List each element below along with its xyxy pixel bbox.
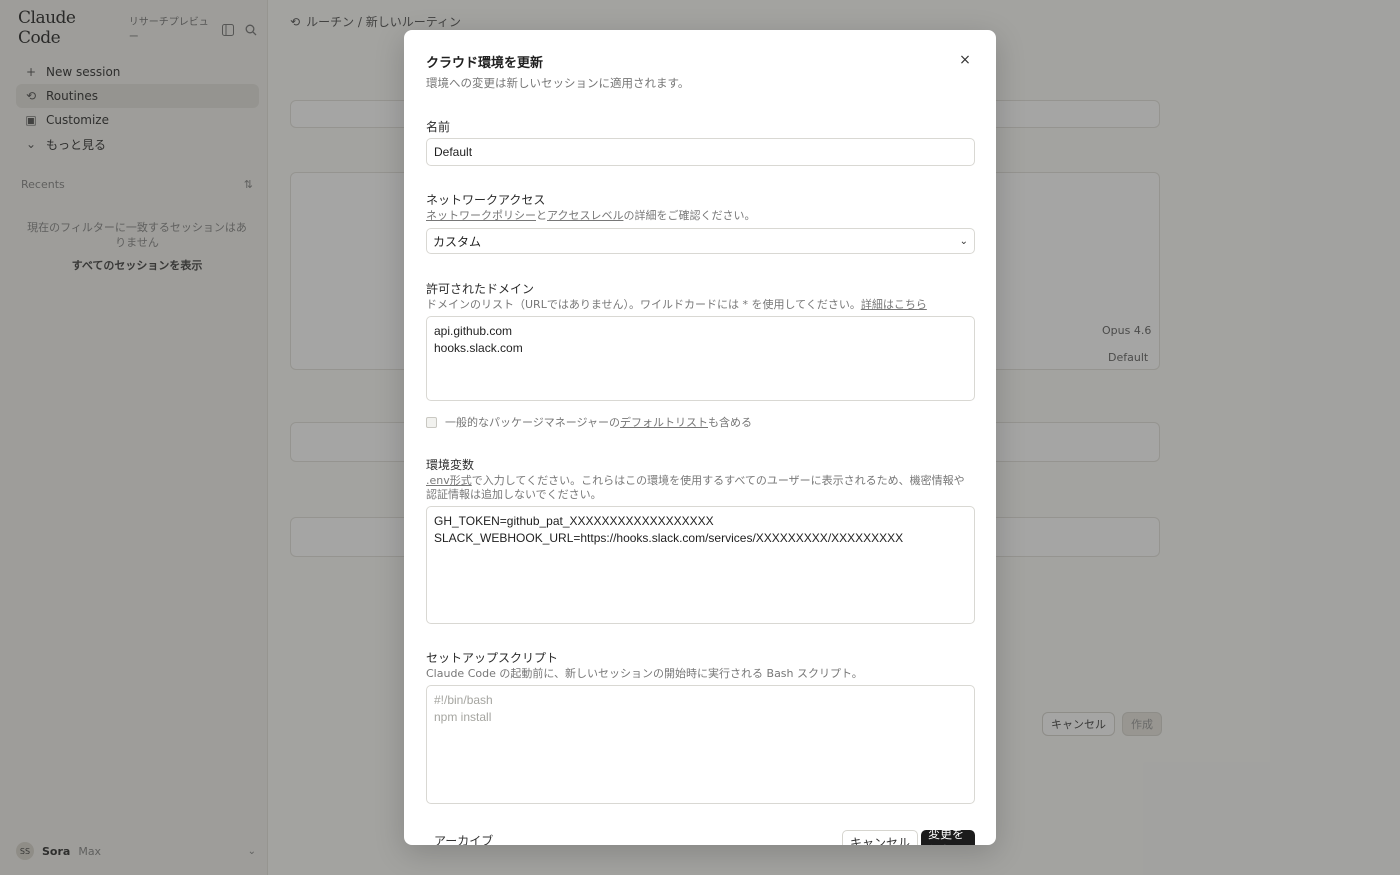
learn-more-link[interactable]: 詳細はこちら	[861, 298, 927, 311]
allowed-domains-label: 許可されたドメイン	[426, 282, 535, 296]
checkbox-label: も含める	[708, 416, 753, 429]
dialog-title: クラウド環境を更新	[426, 56, 544, 71]
env-vars-hint: .env形式で入力してください。これらはこの環境を使用するすべてのユーザーに表示…	[426, 474, 975, 502]
name-input[interactable]: Default	[426, 138, 975, 166]
dialog-subtitle: 環境への変更は新しいセッションに適用されます。	[426, 76, 690, 90]
setup-script-label: セットアップスクリプト	[426, 651, 559, 665]
setup-script-hint: Claude Code の起動前に、新しいセッションの開始時に実行される Bas…	[426, 667, 863, 680]
env-format-link[interactable]: .env形式	[426, 474, 472, 487]
cancel-button[interactable]: キャンセル	[842, 830, 919, 845]
network-access-label: ネットワークアクセス	[426, 193, 546, 207]
hint-text: で入力してください。これらはこの環境を使用するすべてのユーザーに表示されるため、…	[471, 474, 965, 487]
network-access-value: カスタム	[433, 234, 482, 249]
setup-script-textarea[interactable]: #!/bin/bash npm install	[426, 685, 975, 804]
network-access-hint: ネットワークポリシーとアクセスレベルの詳細をご確認ください。	[426, 209, 975, 223]
allowed-domains-textarea[interactable]: api.github.com hooks.slack.com	[426, 316, 975, 401]
name-label: 名前	[426, 120, 451, 134]
name-input-value: Default	[434, 145, 473, 159]
allowed-domains-hint: ドメインのリスト（URLではありません）。ワイルドカードには * を使用してくだ…	[426, 298, 975, 312]
chevron-down-icon: ⌄	[959, 235, 968, 247]
network-policy-link[interactable]: ネットワークポリシー	[426, 209, 536, 222]
hint-text: ドメインのリスト（URLではありません）。ワイルドカードには * を使用してくだ…	[426, 298, 861, 311]
hint-text: 認証情報は追加しないでください。	[426, 488, 602, 501]
access-level-link[interactable]: アクセスレベル	[547, 209, 623, 222]
env-vars-textarea[interactable]: GH_TOKEN=github_pat_XXXXXXXXXXXXXXXXXX S…	[426, 506, 975, 624]
default-list-link[interactable]: デフォルトリスト	[620, 414, 708, 430]
include-default-list-checkbox[interactable]	[426, 416, 437, 428]
include-default-list-row[interactable]: 一般的なパッケージマネージャーの デフォルトリスト も含める	[426, 414, 752, 430]
network-access-select[interactable]: カスタム ⌄	[426, 228, 975, 254]
save-changes-button[interactable]: 変更を保存	[921, 827, 975, 845]
close-icon[interactable]: ×	[955, 52, 975, 70]
checkbox-label: 一般的なパッケージマネージャーの	[445, 416, 621, 429]
env-vars-label: 環境変数	[426, 458, 475, 472]
update-environment-dialog: クラウド環境を更新 環境への変更は新しいセッションに適用されます。 × 名前 D…	[404, 30, 996, 845]
hint-text: と	[536, 209, 547, 222]
archive-button[interactable]: アーカイブ	[434, 832, 493, 845]
hint-text: の詳細をご確認ください。	[623, 209, 756, 222]
